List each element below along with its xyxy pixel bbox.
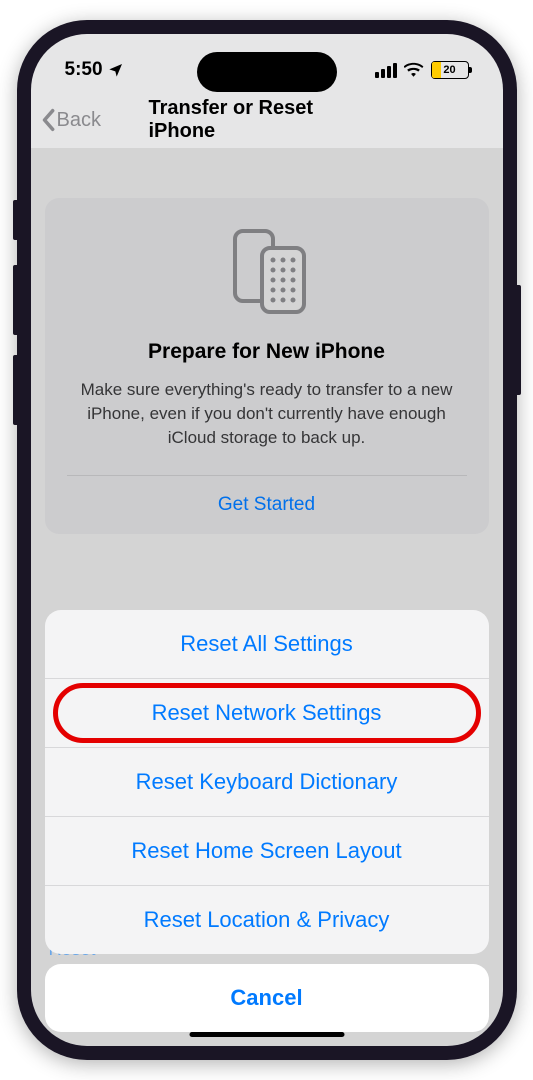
reset-home-screen-layout-option[interactable]: Reset Home Screen Layout bbox=[45, 816, 489, 885]
two-phones-icon bbox=[67, 228, 467, 316]
prepare-card: Prepare for New iPhone Make sure everyth… bbox=[45, 198, 489, 534]
chevron-left-icon bbox=[41, 108, 55, 132]
phone-power-button bbox=[517, 285, 521, 395]
nav-bar: Back Transfer or Reset iPhone bbox=[31, 92, 503, 148]
status-time: 5:50 bbox=[65, 59, 103, 81]
battery-percent: 20 bbox=[432, 64, 468, 76]
reset-location-privacy-option[interactable]: Reset Location & Privacy bbox=[45, 885, 489, 954]
reset-network-settings-option[interactable]: Reset Network Settings bbox=[45, 678, 489, 747]
reset-keyboard-dictionary-option[interactable]: Reset Keyboard Dictionary bbox=[45, 747, 489, 816]
phone-volume-up bbox=[13, 265, 17, 335]
cellular-icon bbox=[375, 63, 397, 78]
page-title: Transfer or Reset iPhone bbox=[149, 97, 385, 143]
get-started-button[interactable]: Get Started bbox=[67, 475, 467, 534]
sheet-item-label: Reset Home Screen Layout bbox=[131, 838, 401, 863]
back-button[interactable]: Back bbox=[41, 108, 101, 132]
phone-volume-down bbox=[13, 355, 17, 425]
action-sheet: Reset All Settings Reset Network Setting… bbox=[45, 610, 489, 1032]
location-icon bbox=[108, 62, 124, 78]
sheet-item-label: Reset Keyboard Dictionary bbox=[136, 769, 398, 794]
prepare-description: Make sure everything's ready to transfer… bbox=[67, 378, 467, 475]
phone-frame: 5:50 20 Back Transfer or Reset iPhone bbox=[17, 20, 517, 1060]
action-sheet-group: Reset All Settings Reset Network Setting… bbox=[45, 610, 489, 954]
sheet-item-label: Reset Network Settings bbox=[152, 700, 382, 725]
cancel-button[interactable]: Cancel bbox=[45, 964, 489, 1032]
back-label: Back bbox=[57, 109, 101, 132]
sheet-item-label: Reset Location & Privacy bbox=[144, 907, 390, 932]
home-indicator[interactable] bbox=[189, 1032, 344, 1037]
sheet-item-label: Reset All Settings bbox=[180, 631, 352, 656]
wifi-icon bbox=[404, 62, 424, 78]
screen: 5:50 20 Back Transfer or Reset iPhone bbox=[31, 34, 503, 1046]
reset-all-settings-option[interactable]: Reset All Settings bbox=[45, 610, 489, 678]
phone-mute-switch bbox=[13, 200, 17, 240]
battery-icon: 20 bbox=[431, 61, 469, 79]
dynamic-island bbox=[197, 52, 337, 92]
prepare-title: Prepare for New iPhone bbox=[67, 340, 467, 364]
